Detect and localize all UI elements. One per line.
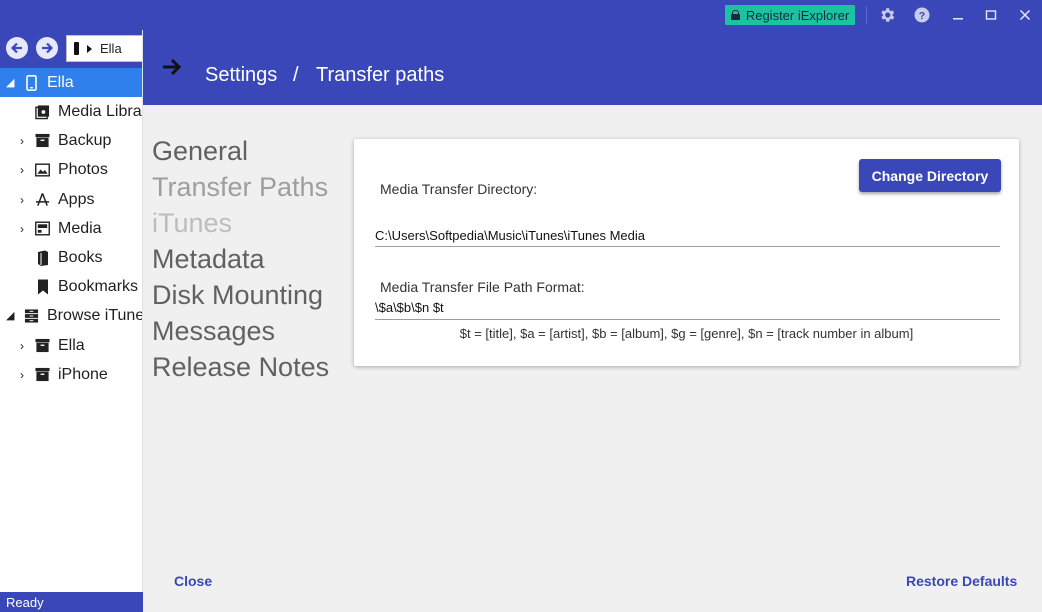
tree-item-label: Photos xyxy=(58,160,108,178)
settings-menu-messages[interactable]: Messages xyxy=(152,316,275,347)
tree-item-backup-ella[interactable]: › Ella xyxy=(0,331,142,360)
back-arrow-icon[interactable] xyxy=(6,37,28,59)
tree-item-label: Ella xyxy=(47,73,74,91)
titlebar-divider xyxy=(866,6,867,24)
tree-item-label: Books xyxy=(58,248,103,266)
backups-icon xyxy=(24,308,39,323)
tree-item-apps[interactable]: › Apps xyxy=(0,185,142,214)
settings-menu-general[interactable]: General xyxy=(152,136,248,167)
restore-defaults-button[interactable]: Restore Defaults xyxy=(906,573,1017,589)
device-tree-pane: Ella ◢ Ella Media Library › Backup › Pho… xyxy=(0,30,143,592)
collapsed-caret-icon[interactable]: › xyxy=(20,368,24,382)
breadcrumb-current: Transfer paths xyxy=(316,64,445,86)
navigation-bar: Ella xyxy=(0,30,142,68)
breadcrumb-root[interactable]: Settings xyxy=(205,64,277,87)
close-icon[interactable] xyxy=(1014,4,1036,26)
archive-icon xyxy=(35,133,50,148)
tree-item-backup-iphone[interactable]: › iPhone xyxy=(0,360,142,389)
tree-item-label: Apps xyxy=(58,190,95,208)
title-bar: Register iExplorer ? xyxy=(0,0,1042,30)
directory-label: Media Transfer Directory: xyxy=(380,181,538,197)
breadcrumb-separator: / xyxy=(293,64,299,86)
media-icon xyxy=(35,221,50,236)
collapsed-caret-icon[interactable]: › xyxy=(20,339,24,353)
collapsed-caret-icon[interactable]: › xyxy=(20,193,24,207)
archive-icon xyxy=(35,338,50,353)
register-button[interactable]: Register iExplorer xyxy=(725,5,855,25)
tree-item-backup[interactable]: › Backup xyxy=(0,126,142,155)
file-path-format-underline xyxy=(375,319,1000,320)
tree-item-label: iPhone xyxy=(58,365,108,383)
tree-item-device[interactable]: ◢ Ella xyxy=(0,68,142,97)
maximize-icon[interactable] xyxy=(980,4,1002,26)
help-icon[interactable]: ? xyxy=(911,4,933,26)
settings-dialog: Settings / Transfer paths General Transf… xyxy=(143,30,1042,612)
change-directory-button[interactable]: Change Directory xyxy=(859,159,1001,192)
register-label: Register iExplorer xyxy=(745,7,850,23)
lock-icon xyxy=(730,10,740,20)
book-icon xyxy=(35,250,50,266)
tree-item-label: Media xyxy=(58,219,102,237)
dialog-header: Settings / Transfer paths xyxy=(143,30,1042,105)
photo-icon xyxy=(35,162,50,177)
tree-item-browse-backups[interactable]: ◢ Browse iTunes Backups xyxy=(0,301,142,330)
svg-text:?: ? xyxy=(919,10,925,22)
settings-menu-transfer-paths[interactable]: Transfer Paths xyxy=(152,172,328,203)
chevron-right-icon xyxy=(87,44,92,53)
settings-menu-release-notes[interactable]: Release Notes xyxy=(152,352,329,383)
minimize-icon[interactable] xyxy=(947,4,969,26)
tree-item-photos[interactable]: › Photos xyxy=(0,155,142,184)
settings-menu-metadata[interactable]: Metadata xyxy=(152,244,265,275)
collapsed-caret-icon[interactable]: › xyxy=(20,163,24,177)
tree-item-media[interactable]: › Media xyxy=(0,214,142,243)
phone-icon xyxy=(24,74,39,91)
tree-item-books[interactable]: Books xyxy=(0,243,142,272)
tree-item-media-library[interactable]: Media Library xyxy=(0,97,142,126)
tree-item-label: Ella xyxy=(58,336,85,354)
tree-item-bookmarks[interactable]: Bookmarks xyxy=(0,272,142,301)
tree-item-label: Browse iTunes Backups xyxy=(47,306,142,324)
tree-item-label: Bookmarks xyxy=(58,277,139,295)
file-path-format-label: Media Transfer File Path Format: xyxy=(380,279,585,295)
gear-icon[interactable] xyxy=(876,4,898,26)
bookmark-icon xyxy=(35,279,50,294)
phone-icon xyxy=(74,42,79,55)
tree-item-label: Backup xyxy=(58,131,112,149)
file-path-format-help: $t = [title], $a = [artist], $b = [album… xyxy=(459,326,914,341)
apps-icon xyxy=(35,192,50,207)
settings-menu-disk-mounting[interactable]: Disk Mounting xyxy=(152,280,323,311)
collapsed-caret-icon[interactable]: › xyxy=(20,222,24,236)
directory-value: C:\Users\Softpedia\Music\iTunes\iTunes M… xyxy=(375,228,645,243)
tree-item-label: Media Library xyxy=(58,102,142,120)
collapsed-caret-icon[interactable]: › xyxy=(20,134,24,148)
expanded-caret-icon[interactable]: ◢ xyxy=(6,309,14,322)
transfer-paths-card: Media Transfer Directory: Change Directo… xyxy=(354,139,1019,366)
media-library-icon xyxy=(35,104,50,119)
settings-menu-itunes: iTunes xyxy=(152,208,233,238)
status-text: Ready xyxy=(6,594,44,610)
directory-underline xyxy=(375,246,1000,247)
forward-arrow-icon[interactable] xyxy=(36,37,58,59)
file-path-format-input[interactable]: \$a\$b\$n $t xyxy=(375,300,1000,318)
address-bar[interactable]: Ella xyxy=(66,35,142,62)
close-button[interactable]: Close xyxy=(174,573,212,589)
arrow-right-icon xyxy=(161,57,183,77)
address-bar-label: Ella xyxy=(100,41,122,56)
expanded-caret-icon[interactable]: ◢ xyxy=(6,76,14,89)
archive-icon xyxy=(35,367,50,382)
status-bar: Ready xyxy=(0,592,143,612)
